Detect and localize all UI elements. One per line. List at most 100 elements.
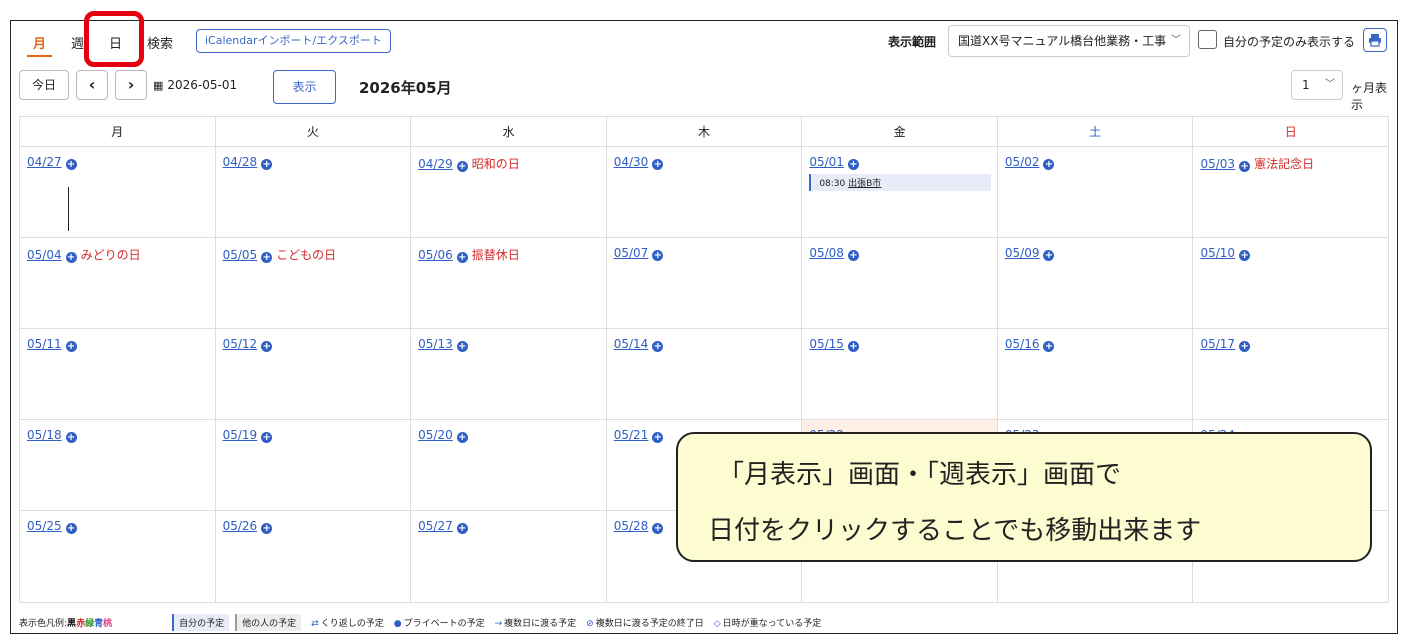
calendar-day-cell[interactable]: 05/03 + 憲法記念日: [1193, 147, 1388, 237]
day-link[interactable]: 05/16: [1005, 337, 1040, 351]
calendar-day-cell[interactable]: 05/01 +08:30 出張B市: [802, 147, 998, 237]
calendar-day-cell[interactable]: 05/26 +: [216, 511, 412, 602]
add-event-icon[interactable]: +: [65, 159, 77, 170]
day-link[interactable]: 05/11: [27, 337, 62, 351]
calendar-day-cell[interactable]: 05/07 +: [607, 238, 803, 328]
add-event-icon[interactable]: +: [65, 432, 77, 443]
day-link[interactable]: 05/14: [614, 337, 649, 351]
event-item[interactable]: 08:30 出張B市: [809, 174, 991, 191]
add-event-icon[interactable]: +: [261, 159, 273, 170]
add-event-icon[interactable]: +: [456, 252, 468, 263]
day-link[interactable]: 05/27: [418, 519, 453, 533]
add-event-icon[interactable]: +: [652, 432, 664, 443]
day-link[interactable]: 04/28: [223, 155, 258, 169]
day-link[interactable]: 05/12: [223, 337, 258, 351]
calendar-day-cell[interactable]: 04/30 +: [607, 147, 803, 237]
add-event-icon[interactable]: +: [847, 159, 859, 170]
add-event-icon[interactable]: +: [65, 252, 77, 263]
day-link[interactable]: 05/06: [418, 248, 453, 262]
day-link[interactable]: 05/09: [1005, 246, 1040, 260]
calendar-day-cell[interactable]: 05/18 +: [20, 420, 216, 510]
event-title[interactable]: 出張B市: [848, 179, 881, 189]
calendar-day-cell[interactable]: 05/09 +: [998, 238, 1194, 328]
calendar-day-cell[interactable]: 05/20 +: [411, 420, 607, 510]
add-event-icon[interactable]: +: [456, 161, 468, 172]
day-link[interactable]: 05/28: [614, 519, 649, 533]
calendar-day-cell[interactable]: 05/10 +: [1193, 238, 1388, 328]
calendar-day-cell[interactable]: 05/06 + 振替休日: [411, 238, 607, 328]
calendar-day-cell[interactable]: 05/13 +: [411, 329, 607, 419]
add-event-icon[interactable]: +: [456, 432, 468, 443]
day-link[interactable]: 05/01: [809, 155, 844, 169]
day-link[interactable]: 05/08: [809, 246, 844, 260]
add-event-icon[interactable]: +: [65, 341, 77, 352]
calendar-day-cell[interactable]: 05/11 +: [20, 329, 216, 419]
calendar-day-cell[interactable]: 04/28 +: [216, 147, 412, 237]
next-month-button[interactable]: ›: [115, 70, 147, 100]
day-link[interactable]: 04/29: [418, 157, 453, 171]
prev-month-button[interactable]: ‹: [76, 70, 108, 100]
calendar-day-cell[interactable]: 05/02 +: [998, 147, 1194, 237]
calendar-day-cell[interactable]: 05/15 +: [802, 329, 998, 419]
day-link[interactable]: 05/19: [223, 428, 258, 442]
calendar-day-cell[interactable]: 05/14 +: [607, 329, 803, 419]
calendar-day-cell[interactable]: 05/17 +: [1193, 329, 1388, 419]
add-event-icon[interactable]: +: [456, 341, 468, 352]
calendar-day-cell[interactable]: 04/29 + 昭和の日: [411, 147, 607, 237]
add-event-icon[interactable]: +: [1043, 341, 1055, 352]
day-link[interactable]: 04/27: [27, 155, 62, 169]
calendar-day-cell[interactable]: 05/19 +: [216, 420, 412, 510]
calendar-day-cell[interactable]: 05/27 +: [411, 511, 607, 602]
add-event-icon[interactable]: +: [261, 252, 273, 263]
add-event-icon[interactable]: +: [652, 250, 664, 261]
ical-import-export-button[interactable]: iCalendarインポート/エクスポート: [196, 29, 391, 53]
day-link[interactable]: 05/04: [27, 248, 62, 262]
add-event-icon[interactable]: +: [1043, 159, 1055, 170]
add-event-icon[interactable]: +: [652, 159, 664, 170]
add-event-icon[interactable]: +: [65, 523, 77, 534]
add-event-icon[interactable]: +: [1239, 250, 1251, 261]
day-link[interactable]: 05/18: [27, 428, 62, 442]
calendar-day-cell[interactable]: 05/08 +: [802, 238, 998, 328]
day-link[interactable]: 05/03: [1200, 157, 1235, 171]
tab-search[interactable]: 検索: [147, 33, 173, 52]
tab-day[interactable]: 日: [109, 33, 122, 52]
add-event-icon[interactable]: +: [261, 432, 273, 443]
add-event-icon[interactable]: +: [456, 523, 468, 534]
day-link[interactable]: 05/05: [223, 248, 258, 262]
months-count-select[interactable]: 1 ﹀: [1291, 70, 1343, 100]
day-link[interactable]: 05/15: [809, 337, 844, 351]
calendar-day-cell[interactable]: 05/04 + みどりの日: [20, 238, 216, 328]
add-event-icon[interactable]: +: [652, 341, 664, 352]
today-button[interactable]: 今日: [19, 70, 69, 100]
date-input[interactable]: ▦ 2026-05-01: [153, 70, 267, 100]
day-link[interactable]: 04/30: [614, 155, 649, 169]
print-button[interactable]: [1363, 28, 1387, 52]
calendar-day-cell[interactable]: 05/12 +: [216, 329, 412, 419]
add-event-icon[interactable]: +: [261, 341, 273, 352]
day-link[interactable]: 05/02: [1005, 155, 1040, 169]
tab-month[interactable]: 月: [26, 33, 53, 57]
add-event-icon[interactable]: +: [261, 523, 273, 534]
day-link[interactable]: 05/10: [1200, 246, 1235, 260]
add-event-icon[interactable]: +: [1043, 250, 1055, 261]
calendar-day-cell[interactable]: 05/16 +: [998, 329, 1194, 419]
own-only-checkbox[interactable]: [1198, 30, 1217, 49]
scope-select[interactable]: 国道XX号マニュアル橋台他業務・工事 ﹀: [948, 25, 1190, 57]
add-event-icon[interactable]: +: [847, 341, 859, 352]
add-event-icon[interactable]: +: [847, 250, 859, 261]
tab-week[interactable]: 週: [71, 33, 84, 52]
add-event-icon[interactable]: +: [1239, 341, 1251, 352]
show-button[interactable]: 表示: [273, 70, 336, 104]
calendar-day-cell[interactable]: 04/27 +: [20, 147, 216, 237]
add-event-icon[interactable]: +: [1239, 161, 1251, 172]
day-link[interactable]: 05/20: [418, 428, 453, 442]
day-link[interactable]: 05/26: [223, 519, 258, 533]
day-link[interactable]: 05/25: [27, 519, 62, 533]
add-event-icon[interactable]: +: [652, 523, 664, 534]
calendar-day-cell[interactable]: 05/05 + こどもの日: [216, 238, 412, 328]
day-link[interactable]: 05/21: [614, 428, 649, 442]
day-link[interactable]: 05/07: [614, 246, 649, 260]
day-link[interactable]: 05/17: [1200, 337, 1235, 351]
calendar-day-cell[interactable]: 05/25 +: [20, 511, 216, 602]
